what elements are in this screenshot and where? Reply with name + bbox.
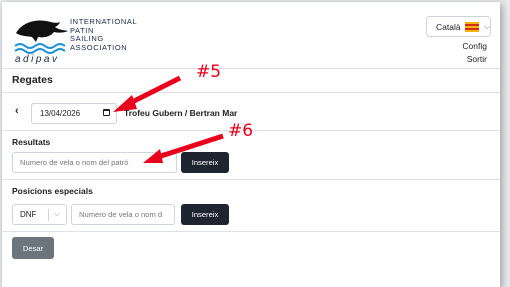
annotation-arrow-5 (126, 75, 182, 107)
annotation-label-5: #5 (196, 62, 222, 82)
annotation-label-6: #6 (228, 121, 254, 141)
annotation-arrowhead-6 (143, 149, 163, 163)
annotation-arrow-6 (157, 133, 224, 160)
annotation-arrows (113, 75, 224, 163)
annotation-arrowhead-5 (113, 95, 137, 112)
